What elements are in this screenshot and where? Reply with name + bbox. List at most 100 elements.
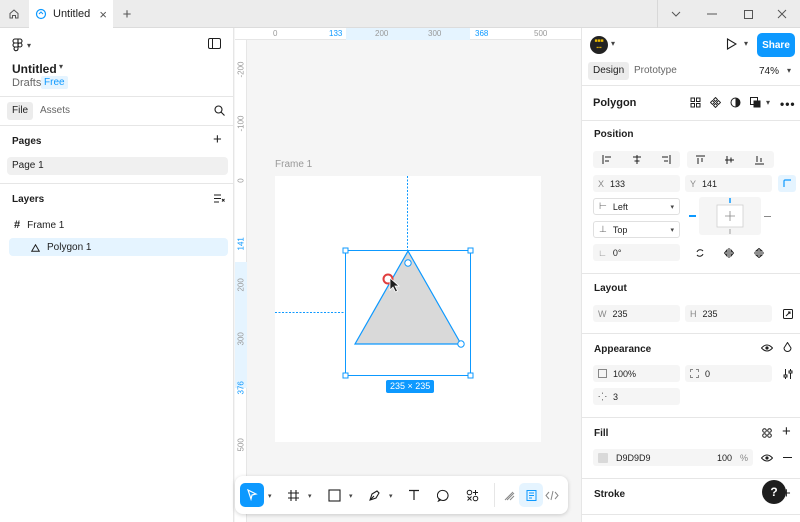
draw-mode-icon[interactable] [497,483,521,507]
chevron-down-icon[interactable]: ▾ [744,39,748,48]
selection-overlay [275,176,474,379]
tab-design[interactable]: Design [588,62,630,80]
align-center-h-icon[interactable] [627,151,647,168]
component-icon[interactable] [710,97,721,108]
frame-tool[interactable] [281,483,305,507]
height-value: 235 [702,308,718,319]
drop-icon[interactable] [783,342,792,353]
collapse-sidebar-icon[interactable] [208,38,221,49]
chevron-down-icon: ▾ [27,40,32,50]
x-label: X [598,178,605,189]
height-field[interactable]: H 235 [685,305,772,322]
chevron-down-icon[interactable]: ▾ [766,98,770,107]
add-page-icon[interactable]: + [213,132,222,147]
chevron-down-icon[interactable]: ▾ [389,492,393,500]
align-bottom-icon[interactable] [749,151,769,168]
styles-grid-icon[interactable] [762,428,772,438]
actions-tool[interactable] [460,483,484,507]
file-name[interactable]: Untitled [12,62,57,76]
rotation-field[interactable]: ∟ 0° [593,244,680,261]
align-right-icon[interactable] [656,151,676,168]
pen-tool[interactable] [362,483,386,507]
play-icon[interactable] [726,38,737,50]
draft-file-icon [35,8,47,20]
align-top-icon[interactable] [690,151,710,168]
chevron-down-icon[interactable]: ▾ [268,492,272,500]
chevron-down-icon[interactable]: ▾ [308,492,312,500]
chevron-down-icon[interactable]: ▾ [787,66,791,75]
flip-horizontal-icon[interactable] [719,244,739,261]
more-icon[interactable]: ••• [780,97,796,111]
eye-icon[interactable] [761,454,773,462]
home-icon[interactable] [0,0,28,28]
layers-list-icon[interactable] [214,194,225,203]
rotate-icon[interactable] [690,244,710,261]
align-left-icon[interactable] [597,151,617,168]
width-field[interactable]: W 235 [593,305,680,322]
fill-row[interactable]: D9D9D9 100 % [593,449,753,466]
help-button[interactable]: ? [762,480,786,504]
layer-polygon[interactable]: Polygon 1 [31,242,91,253]
move-tool[interactable] [240,483,264,507]
minimize-icon[interactable] [694,0,730,28]
point-count-field[interactable]: 3 [593,388,680,405]
layer-frame[interactable]: # Frame 1 [14,219,64,231]
chevron-down-icon: ▾ [670,226,674,234]
corner-radius-field[interactable]: 0 [685,365,772,382]
avatar[interactable]: ■■■ ▪▪▪ [590,36,608,54]
adjustments-icon[interactable] [778,365,798,382]
vertical-constraint-value: Top [612,224,628,235]
eye-icon[interactable] [761,344,773,352]
opacity-field[interactable]: 100% [593,365,680,382]
resize-handle [342,247,349,254]
vertical-constraint-select[interactable]: ⊥ Top ▾ [593,221,680,238]
dev-mode-icon[interactable] [540,483,564,507]
plan-badge[interactable]: Free [41,76,68,89]
canvas[interactable]: 0 133 200 300 368 500 -200 -100 0 141 20… [235,28,581,522]
tab-prototype[interactable]: Prototype [629,62,682,80]
y-value: 141 [702,178,718,189]
close-tab-icon[interactable]: × [99,7,107,22]
constraints-toggle-icon[interactable] [778,175,796,192]
page-item[interactable]: Page 1 [7,157,228,175]
grid-icon[interactable] [690,97,701,108]
fill-opacity[interactable]: 100 [717,453,732,463]
horizontal-constraint-select[interactable]: ⊢ Left ▾ [593,198,680,215]
constraint-right-indicator[interactable] [764,216,771,217]
maximize-icon[interactable] [730,0,766,28]
text-tool[interactable] [402,483,426,507]
frame-icon: # [14,219,21,231]
zoom-level[interactable]: 74% [759,66,779,77]
y-field[interactable]: Y 141 [685,175,772,192]
new-tab-icon[interactable]: + [118,5,136,23]
fill-swatch[interactable] [598,452,608,463]
divider [0,125,234,126]
chevron-down-icon[interactable]: ▾ [349,492,353,500]
add-fill-icon[interactable]: + [782,424,791,439]
rectangle-tool[interactable] [322,483,346,507]
constraint-widget[interactable] [699,197,761,235]
figma-logo-icon [12,38,24,52]
share-button[interactable]: Share [757,33,795,57]
constrain-proportions-icon[interactable] [778,305,798,322]
main-menu-button[interactable]: ▾ [12,38,31,52]
tab-file[interactable]: File [7,102,34,120]
fill-hex[interactable]: D9D9D9 [616,453,709,463]
remove-fill-icon[interactable] [783,457,792,458]
mask-icon[interactable] [730,97,741,108]
align-center-v-icon[interactable] [719,151,739,168]
location-label[interactable]: Drafts [12,77,41,89]
chevron-down-icon[interactable] [658,0,694,28]
x-field[interactable]: X 133 [593,175,680,192]
search-icon[interactable] [214,105,225,116]
chevron-down-icon[interactable]: ▾ [59,62,63,71]
constraint-left-indicator[interactable] [689,215,696,217]
close-icon[interactable] [764,0,800,28]
tab-untitled[interactable]: Untitled × [29,0,113,28]
divider [582,333,800,334]
flip-vertical-icon[interactable] [749,244,769,261]
chevron-down-icon[interactable]: ▾ [611,39,615,48]
tab-assets[interactable]: Assets [35,102,75,120]
comment-tool[interactable] [431,483,455,507]
boolean-icon[interactable] [750,97,761,108]
